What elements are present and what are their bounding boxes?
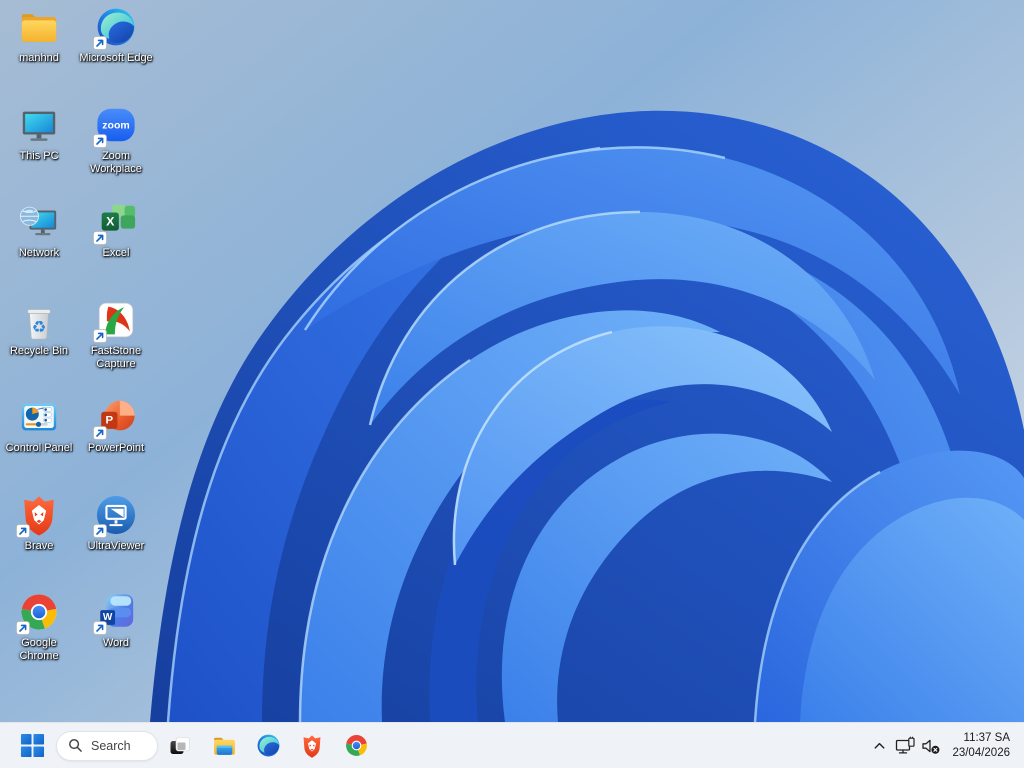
shortcut-arrow-icon [16,621,30,635]
network-button[interactable] [892,727,918,765]
desktop-icon-control-panel[interactable]: Control Panel [1,394,77,489]
system-tray: 11:37 SA 23/04/2026 [866,727,1024,765]
search-box[interactable]: Search [56,730,158,761]
desktop-icon-google-chrome[interactable]: Google Chrome [1,589,77,684]
powerpoint-icon [94,394,138,440]
desktop-icon-label: Network [18,247,60,259]
desktop-icon-label: UltraViewer [87,540,145,552]
shortcut-arrow-icon [93,329,107,343]
edge-icon [256,733,281,758]
control-panel-icon [17,394,61,440]
windows-logo-icon [20,733,45,758]
volume-button[interactable] [918,727,944,765]
shortcut-arrow-icon [93,134,107,148]
desktop-icon-ultraviewer[interactable]: UltraViewer [78,492,154,587]
edge-icon [94,4,138,50]
excel-icon [94,199,138,245]
chrome-taskbar-button[interactable] [334,726,378,766]
faststone-icon [94,297,138,343]
desktop-icon-recycle-bin[interactable]: Recycle Bin [1,297,77,392]
desktop-icon-label: Zoom Workplace [90,150,142,175]
desktop-icon-powerpoint[interactable]: PowerPoint [78,394,154,489]
recycle-bin-icon [17,297,61,343]
chrome-icon [17,589,61,635]
shortcut-arrow-icon [93,524,107,538]
zoom-icon [94,102,138,148]
desktop[interactable]: manhnd This PC Network Recycle Bin Contr… [0,0,1024,722]
desktop-icon-label: This PC [19,150,59,162]
brave-taskbar-button[interactable] [290,726,334,766]
desktop-icon-label: Control Panel [5,442,73,454]
search-icon [69,739,82,752]
desktop-icon-label: Brave [24,540,54,552]
network-icon [17,199,61,245]
brave-icon [17,492,61,538]
desktop-icon-faststone-capture[interactable]: FastStone Capture [78,297,154,392]
shortcut-arrow-icon [93,621,107,635]
file-explorer-icon [212,733,237,758]
chevron-up-icon [874,742,885,749]
ultraviewer-icon [94,492,138,538]
task-view-button[interactable] [158,726,202,766]
desktop-icon-network[interactable]: Network [1,199,77,294]
desktop-icon-label: Excel [102,247,130,259]
desktop-icon-zoom-workplace[interactable]: Zoom Workplace [78,102,154,197]
shortcut-arrow-icon [16,524,30,538]
start-button[interactable] [12,726,52,766]
folder-icon [17,4,61,50]
desktop-icon-brave[interactable]: Brave [1,492,77,587]
desktop-icon-label: Word [102,637,130,649]
desktop-icon-label: manhnd [19,52,59,64]
hidden-icons-button[interactable] [866,727,892,765]
desktop-icon-label: FastStone Capture [90,345,142,370]
ethernet-network-icon [895,736,915,754]
tray-time: 11:37 SA [963,731,1010,744]
desktop-icon-microsoft-edge[interactable]: Microsoft Edge [78,4,154,99]
search-label: Search [91,738,131,753]
word-icon [94,589,138,635]
edge-taskbar-button[interactable] [246,726,290,766]
desktop-icon-label: Microsoft Edge [79,52,153,64]
volume-muted-icon [922,739,940,754]
file-explorer-button[interactable] [202,726,246,766]
desktop-icon-label: Google Chrome [19,637,59,662]
desktop-icon-this-pc[interactable]: This PC [1,102,77,197]
shortcut-arrow-icon [93,426,107,440]
brave-icon [300,734,324,758]
taskbar: Search 11:37 SA 23/04/2026 [0,722,1024,768]
desktop-icon-label: PowerPoint [87,442,145,454]
clock[interactable]: 11:37 SA 23/04/2026 [944,731,1014,761]
desktop-icon-manhnd[interactable]: manhnd [1,4,77,99]
shortcut-arrow-icon [93,36,107,50]
desktop-icon-label: Recycle Bin [9,345,69,357]
tray-date: 23/04/2026 [952,746,1010,759]
this-pc-icon [17,102,61,148]
desktop-icon-word[interactable]: Word [78,589,154,684]
task-view-icon [168,734,192,758]
shortcut-arrow-icon [93,231,107,245]
chrome-icon [344,733,369,758]
desktop-icon-excel[interactable]: Excel [78,199,154,294]
